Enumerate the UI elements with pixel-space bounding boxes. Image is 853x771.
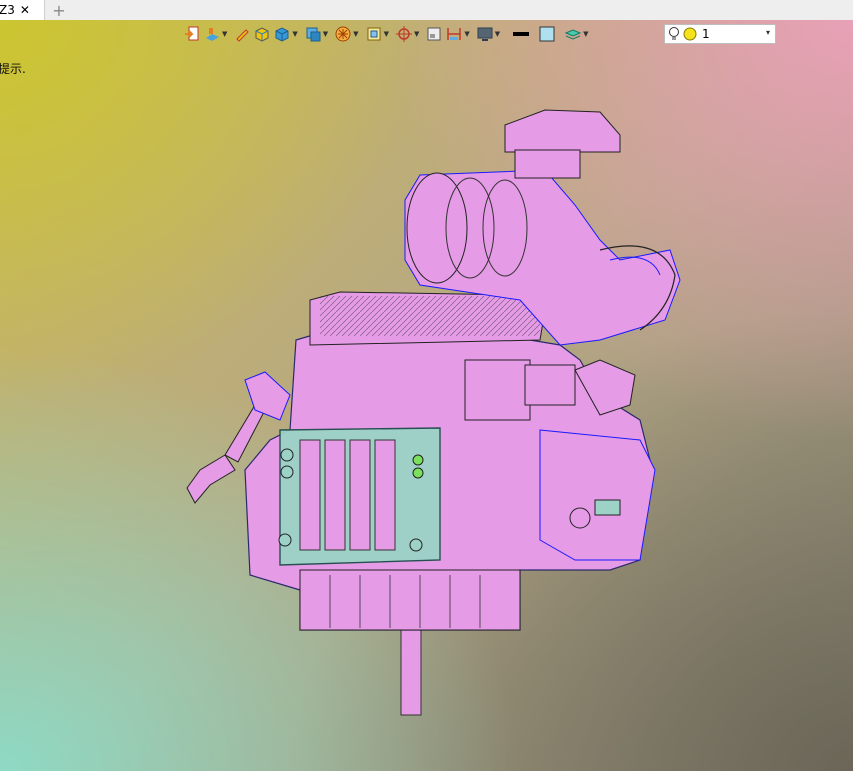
section-view-button[interactable]: ▼ — [365, 24, 393, 44]
crankshaft — [400, 624, 422, 716]
exit-sketch-icon — [185, 26, 199, 41]
close-icon[interactable]: ✕ — [20, 3, 30, 17]
pencil-icon — [236, 29, 250, 42]
solid-box-button[interactable]: ▼ — [273, 24, 301, 44]
view-toolbar: ▼ ▼ ▼ ▼ ▼ ▼ ▼ ▼ ▼ — [183, 24, 595, 44]
monitor-icon — [477, 27, 493, 41]
dimension-button[interactable]: ▼ — [445, 24, 473, 44]
wheel-render-icon — [335, 26, 351, 42]
layers-button[interactable]: ▼ — [564, 24, 592, 44]
tab-label: Z3 — [0, 3, 15, 17]
crosshair-icon — [395, 26, 412, 42]
3d-viewport[interactable]: 提示. — [0, 20, 853, 771]
line-color-icon — [513, 32, 530, 36]
fill-color-button[interactable] — [538, 24, 556, 44]
dimension-icon — [447, 28, 462, 40]
crosshair-button[interactable]: ▼ — [395, 24, 423, 44]
exit-sketch-button[interactable] — [183, 24, 201, 44]
layer-value: 1 — [702, 27, 710, 41]
ecu-box — [464, 359, 531, 421]
prompt-text: 提示. — [0, 62, 26, 76]
section-view-icon — [367, 27, 381, 41]
layer-select[interactable]: 1 ▾ — [664, 24, 776, 44]
intake-cap — [504, 109, 621, 153]
chevron-down-icon[interactable]: ▾ — [766, 28, 770, 37]
bulb-on-icon[interactable] — [683, 27, 697, 41]
monitor-button[interactable]: ▼ — [476, 24, 504, 44]
tab-z3[interactable]: Z3 ✕ — [0, 0, 45, 20]
lightbulb-icon[interactable] — [668, 26, 680, 42]
tab-bar: Z3 ✕ + — [0, 0, 853, 21]
wheel-render-button[interactable]: ▼ — [334, 24, 362, 44]
material-box-button[interactable] — [253, 24, 271, 44]
oil-pan — [299, 569, 521, 631]
layers-icon — [564, 29, 582, 40]
layer-paint-icon — [206, 28, 219, 41]
add-tab-button[interactable]: + — [51, 0, 67, 20]
frame-button[interactable] — [425, 24, 443, 44]
engine-model[interactable] — [0, 20, 853, 771]
view-cube-button[interactable]: ▼ — [304, 24, 332, 44]
line-color-button[interactable] — [512, 24, 530, 44]
fuel-filter — [186, 454, 236, 504]
solid-box-icon — [275, 27, 289, 42]
view-cube-icon — [306, 27, 321, 42]
frame-icon — [427, 27, 441, 41]
material-box-icon — [255, 27, 269, 42]
layer-paint-button[interactable]: ▼ — [203, 24, 231, 44]
fill-color-icon — [539, 26, 555, 42]
pencil-button[interactable] — [233, 24, 251, 44]
